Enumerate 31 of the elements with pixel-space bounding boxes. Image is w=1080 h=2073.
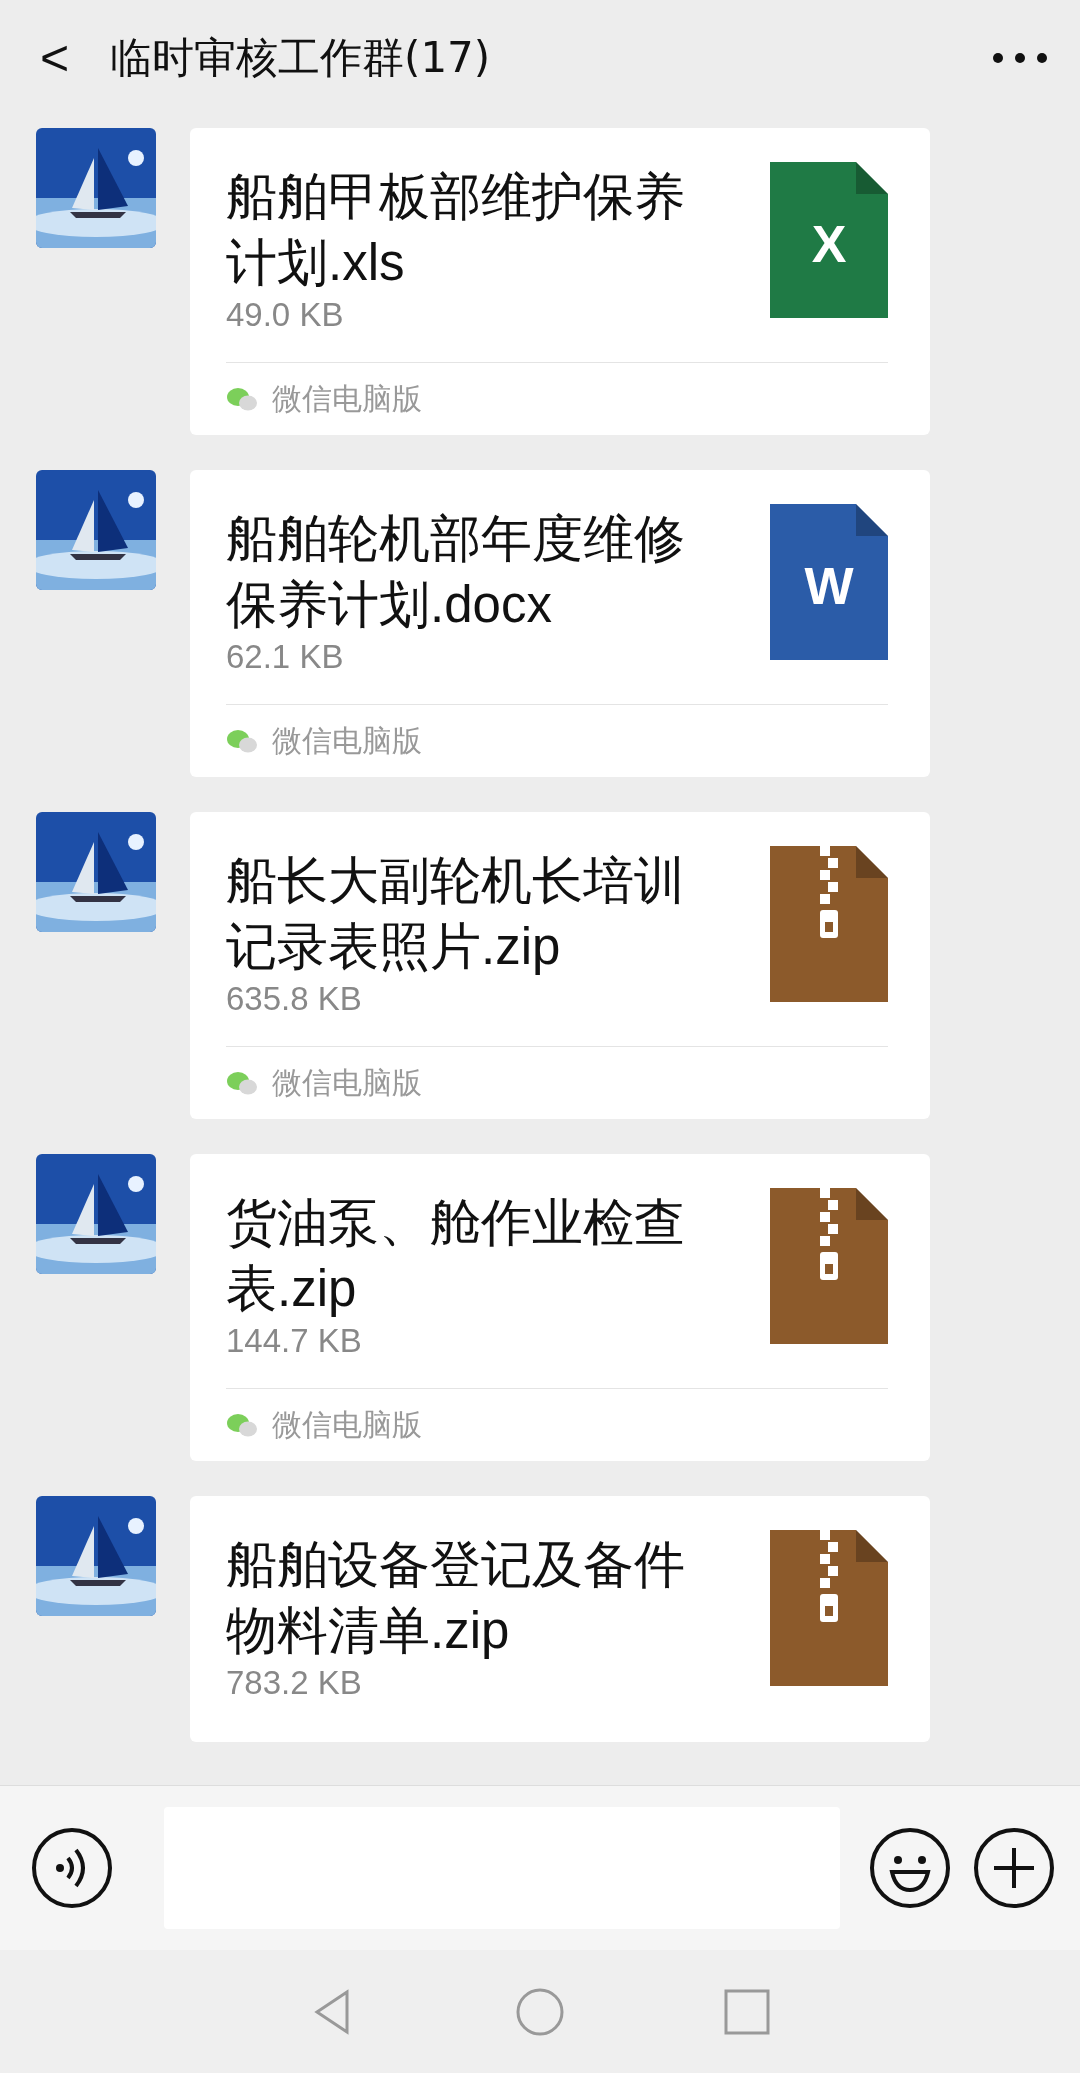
chat-bubbles-icon	[226, 386, 258, 412]
chat-title: 临时审核工作群(17)	[110, 32, 492, 84]
source-label: 微信电脑版	[272, 1405, 422, 1444]
file-size: 49.0 KB	[226, 296, 345, 334]
plus-icon[interactable]	[972, 1826, 1056, 1910]
file-size: 62.1 KB	[226, 638, 345, 676]
source-label: 微信电脑版	[272, 721, 422, 760]
file-message-card[interactable]: 货油泵、舱作业检查表.zip 144.7 KB 微信电脑版	[190, 1154, 930, 1461]
chat-bubbles-icon	[226, 728, 258, 754]
file-size: 783.2 KB	[226, 1664, 363, 1702]
document-file-icon: W	[770, 504, 888, 660]
more-icon[interactable]	[990, 50, 1050, 66]
smiley-icon[interactable]	[868, 1826, 952, 1910]
file-name: 船舶轮机部年度维修保养计划.docx	[226, 509, 686, 635]
source-label: 微信电脑版	[272, 1063, 422, 1102]
file-name: 货油泵、舱作业检查表.zip	[226, 1193, 686, 1319]
file-message-card[interactable]: 船长大副轮机长培训记录表照片.zip 635.8 KB 微信电脑版	[190, 812, 930, 1119]
source-label: 微信电脑版	[272, 379, 422, 418]
file-size: 635.8 KB	[226, 980, 363, 1018]
back-button[interactable]: <	[40, 29, 110, 87]
file-name: 船舶甲板部维护保养计划.xls	[226, 167, 686, 293]
file-size: 144.7 KB	[226, 1322, 363, 1360]
file-message-card[interactable]: 船舶设备登记及备件物料清单.zip 783.2 KB	[190, 1496, 930, 1742]
file-name: 船舶设备登记及备件物料清单.zip	[226, 1535, 686, 1661]
chat-bubbles-icon	[226, 1070, 258, 1096]
file-message-card[interactable]: 船舶甲板部维护保养计划.xls 49.0 KB X 微信电脑版	[190, 128, 930, 435]
file-name: 船长大副轮机长培训记录表照片.zip	[226, 851, 686, 977]
document-file-icon: X	[770, 162, 888, 318]
file-message-card[interactable]: 船舶轮机部年度维修保养计划.docx 62.1 KB W 微信电脑版	[190, 470, 930, 777]
voice-icon[interactable]	[30, 1826, 114, 1910]
chat-bubbles-icon	[226, 1412, 258, 1438]
